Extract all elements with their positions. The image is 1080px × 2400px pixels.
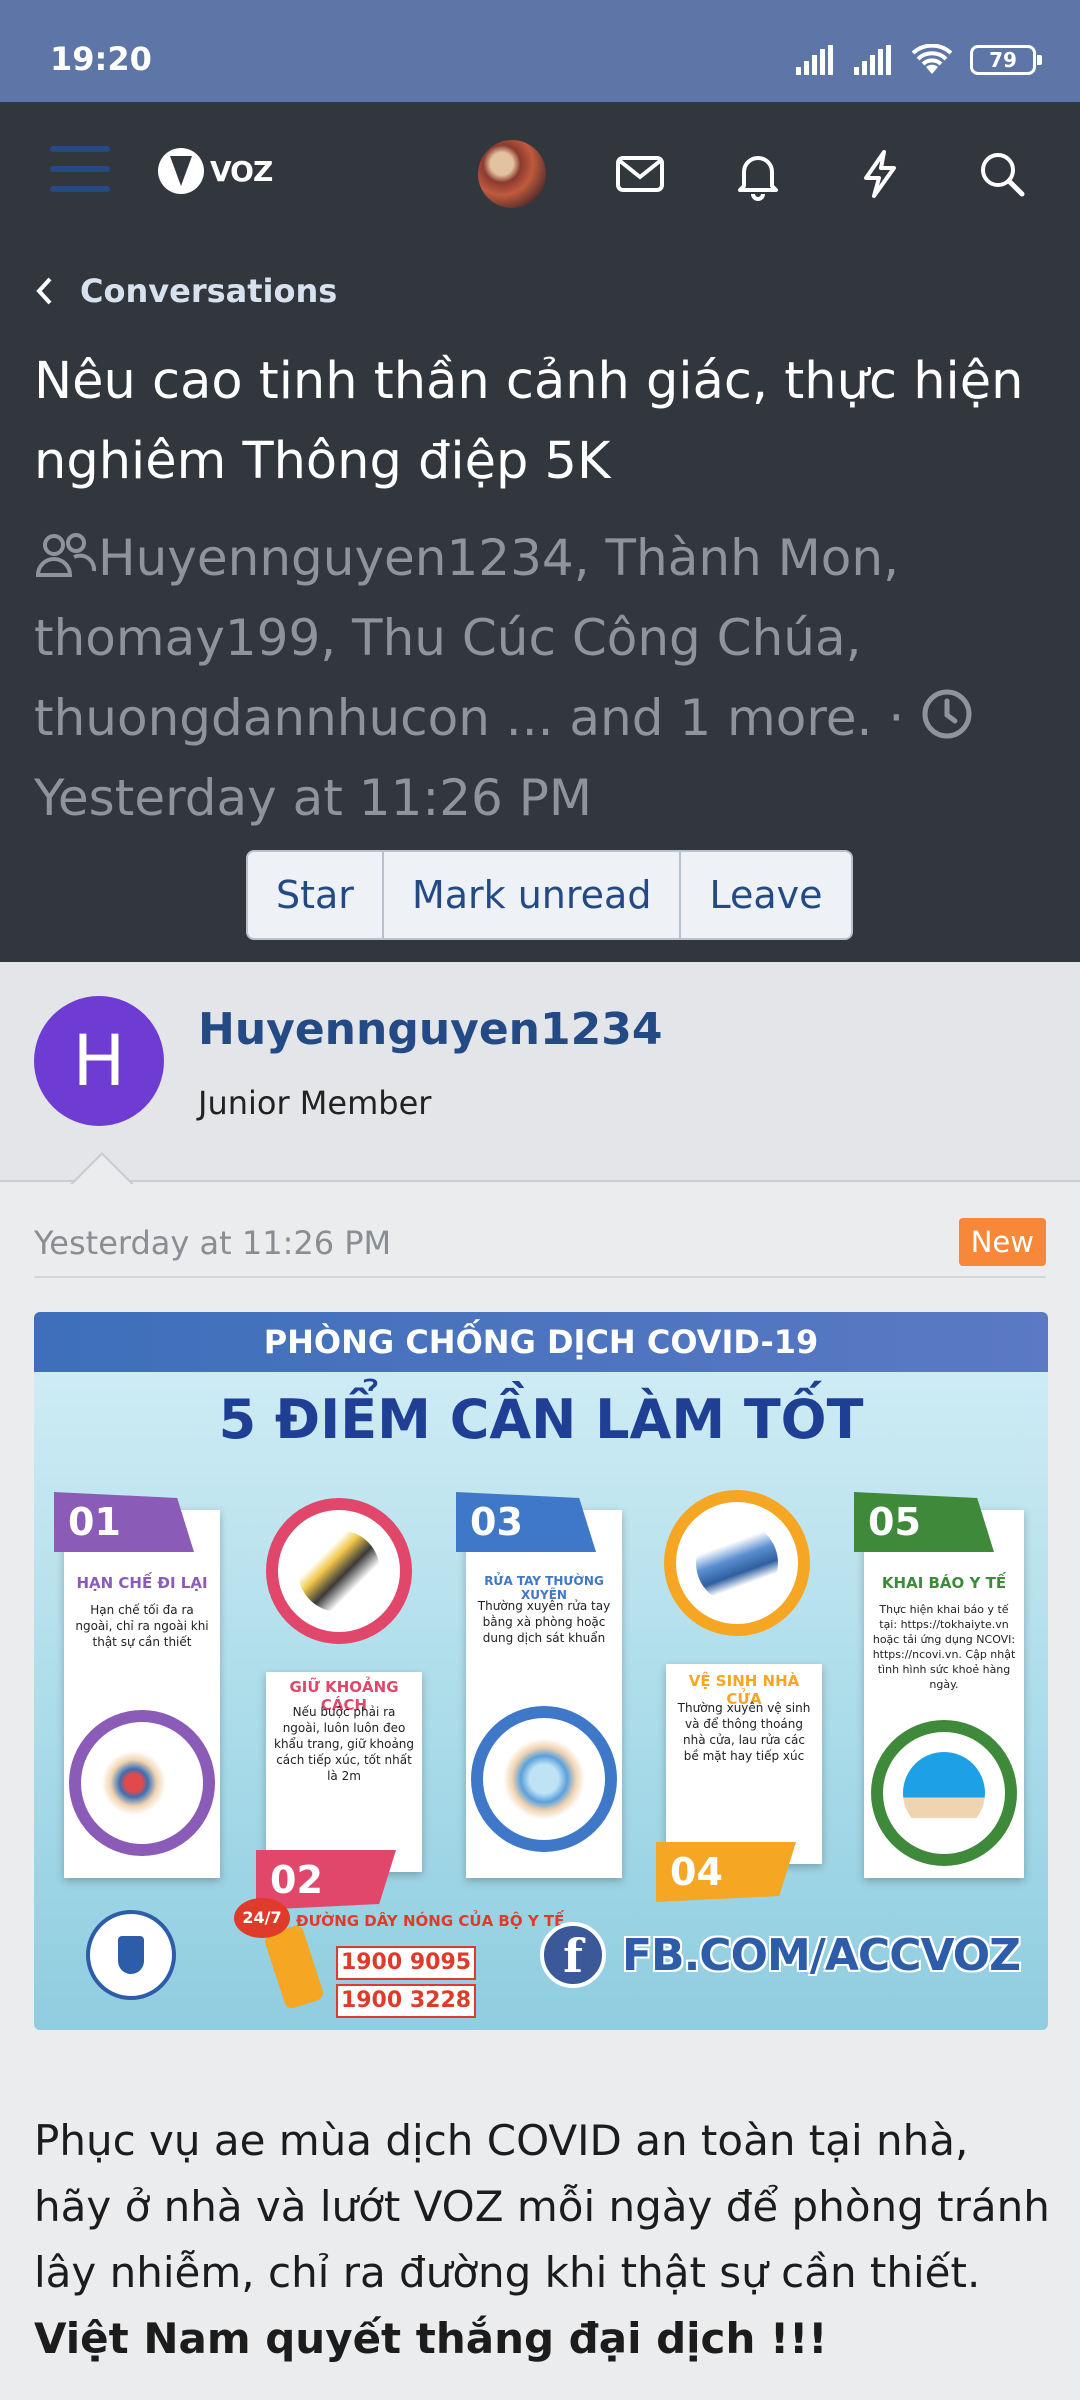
ministry-of-health-seal [86, 1910, 176, 2000]
users-icon [35, 533, 97, 577]
message-divider [34, 1276, 1046, 1278]
infographic-headline: 5 ĐIỂM CẦN LÀM TỐT [218, 1388, 864, 1451]
lightning-icon[interactable] [852, 146, 908, 202]
conversation-time: Yesterday at 11:26 PM [34, 769, 593, 827]
card-2-text: Nếu buộc phải ra ngoài, luôn luôn đeo kh… [274, 1705, 415, 1783]
message-body-text: Phục vụ ae mùa dịch COVID an toàn tại nh… [34, 2116, 1050, 2297]
menu-icon[interactable] [50, 146, 110, 196]
voz-logo-mark [158, 148, 204, 194]
user-block-arrow [70, 1152, 134, 1185]
card-1-number: 01 [54, 1492, 194, 1552]
card-5-illustration [871, 1720, 1017, 1866]
battery-indicator: 79 [970, 45, 1042, 75]
infographic-banner: PHÒNG CHỐNG DỊCH COVID-19 [34, 1312, 1048, 1372]
message-user-role: Junior Member [198, 1084, 432, 1122]
chevron-left-icon [36, 277, 52, 305]
hotline-label: ĐƯỜNG DÂY NÓNG CỦA BỘ Y TẾ [296, 1912, 565, 1930]
message-avatar[interactable]: H [34, 996, 164, 1126]
hotline-number-1: 1900 9095 [336, 1946, 476, 1980]
status-icons: 79 [796, 44, 1042, 76]
status-bar: 19:20 79 [0, 0, 1080, 102]
card-1-title: HẠN CHẾ ĐI LẠI [76, 1574, 208, 1592]
conversation-header: Conversations Nêu cao tinh thần cảnh giá… [0, 250, 1080, 962]
infographic-footer: 24/7 ĐƯỜNG DÂY NÓNG CỦA BỘ Y TẾ 1900 909… [34, 1880, 1048, 2030]
message: H Huyennguyen1234 Junior Member Yesterda… [0, 962, 1080, 2400]
mail-icon[interactable] [612, 146, 668, 202]
facebook-url: FB.COM/ACCVOZ [622, 1929, 1021, 1981]
card-1-illustration [69, 1710, 215, 1856]
bell-icon[interactable] [730, 146, 786, 202]
card-1-text: Hạn chế tối đa ra ngoài, chỉ ra ngoài kh… [75, 1603, 209, 1649]
user-avatar[interactable] [478, 140, 546, 208]
phone-icon [262, 1923, 326, 2011]
infographic-card-2: GIỮ KHOẢNG CÁCH Nếu buộc phải ra ngoài, … [256, 1672, 422, 1910]
signal-icon [796, 45, 833, 75]
back-label: Conversations [80, 272, 338, 310]
hotline-number-2: 1900 3228 [336, 1984, 476, 2018]
mark-unread-button[interactable]: Mark unread [384, 852, 682, 938]
back-to-conversations[interactable]: Conversations [34, 272, 337, 310]
card-5-title: KHAI BÁO Y TẾ [881, 1574, 1007, 1592]
card-5-text: Thực hiện khai báo y tế tại: https://tok… [872, 1603, 1016, 1691]
infographic-card-5: 05 KHAI BÁO Y TẾ Thực hiện khai báo y tế… [854, 1492, 1024, 1878]
new-badge: New [958, 1218, 1046, 1266]
card-5-number: 05 [854, 1492, 994, 1552]
top-navigation: VOZ [0, 102, 1080, 250]
status-time: 19:20 [50, 40, 152, 78]
covid-infographic[interactable]: PHÒNG CHỐNG DỊCH COVID-19 5 ĐIỂM CẦN LÀM… [34, 1312, 1048, 2030]
card-4-illustration [664, 1490, 810, 1636]
hotline-247-badge: 24/7 [234, 1898, 290, 1938]
conversation-actions: Star Mark unread Leave [246, 850, 853, 940]
star-button[interactable]: Star [248, 852, 384, 938]
message-username[interactable]: Huyennguyen1234 [198, 1004, 662, 1055]
card-4-text: Thường xuyên vệ sinh và để thông thoáng … [677, 1701, 811, 1763]
clock-icon [922, 689, 972, 739]
signal-icon-2 [854, 45, 891, 75]
facebook-icon: f [540, 1922, 606, 1988]
wifi-icon [912, 44, 952, 74]
voz-logo-text: VOZ [210, 154, 273, 188]
card-3-text: Thường xuyên rửa tay bằng xà phòng hoặc … [477, 1599, 611, 1645]
infographic-card-3: 03 RỬA TAY THƯỜNG XUYÊN Thường xuyên rửa… [456, 1492, 622, 1878]
card-2-illustration [266, 1498, 412, 1644]
card-3-illustration [471, 1706, 617, 1852]
conversation-title: Nêu cao tinh thần cảnh giác, thực hiện n… [34, 352, 1024, 491]
leave-button[interactable]: Leave [681, 852, 850, 938]
voz-logo[interactable]: VOZ [158, 148, 273, 194]
participants-line: Huyennguyen1234, Thành Mon, thomay199, T… [34, 518, 1054, 838]
message-body-bold: Việt Nam quyết thắng đại dịch !!! [34, 2314, 828, 2363]
message-date[interactable]: Yesterday at 11:26 PM [34, 1224, 391, 1262]
message-body: Phục vụ ae mùa dịch COVID an toàn tại nh… [34, 2108, 1054, 2372]
infographic-card-1: 01 HẠN CHẾ ĐI LẠI Hạn chế tối đa ra ngoà… [54, 1492, 220, 1878]
message-user-block: H Huyennguyen1234 Junior Member [0, 962, 1080, 1182]
infographic-card-4: VỆ SINH NHÀ CỬA Thường xuyên vệ sinh và … [656, 1664, 822, 1902]
card-3-number: 03 [456, 1492, 596, 1552]
search-icon[interactable] [974, 146, 1030, 202]
participants-list[interactable]: Huyennguyen1234, Thành Mon, thomay199, T… [34, 529, 904, 747]
facebook-link: f FB.COM/ACCVOZ [540, 1922, 1021, 1988]
